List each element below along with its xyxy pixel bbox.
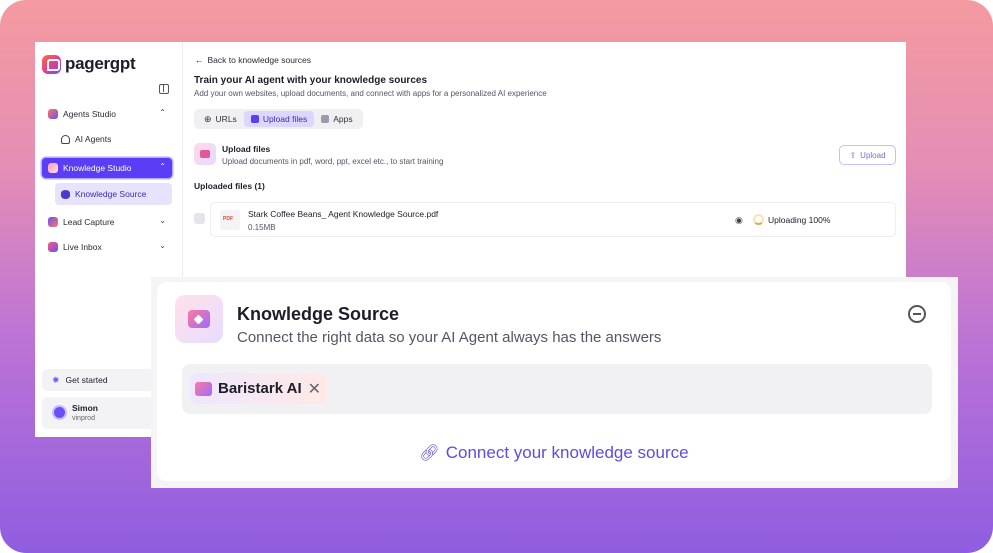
collapse-minus-icon[interactable] xyxy=(908,305,926,323)
connect-knowledge-source-link[interactable]: 🔗︎ Connect your knowledge source xyxy=(157,443,951,463)
sidebar-item-agents-studio[interactable]: Agents Studio ⌃ xyxy=(42,104,172,124)
tab-label: Apps xyxy=(333,114,353,124)
selected-sources-field[interactable]: Baristark AI ✕ xyxy=(182,364,932,414)
upload-folder-icon xyxy=(194,143,216,165)
user-org: vinprod xyxy=(72,415,95,422)
globe-icon: ⊕ xyxy=(204,113,212,124)
source-chip-label: Baristark AI xyxy=(218,380,302,397)
brand-logo[interactable]: pagergpt xyxy=(42,54,136,74)
database-icon xyxy=(61,189,70,199)
pdf-file-icon xyxy=(220,210,240,230)
sidebar-item-knowledge-studio[interactable]: Knowledge Studio ⌃ xyxy=(42,158,172,178)
folder-icon xyxy=(195,381,212,396)
tab-urls[interactable]: ⊕ URLs xyxy=(197,111,244,127)
upload-icon: ⇪ xyxy=(849,150,857,160)
tab-label: URLs xyxy=(215,114,237,124)
tab-apps[interactable]: Apps xyxy=(314,111,359,127)
eye-icon[interactable]: ◉ xyxy=(735,215,743,226)
folder-upload-icon xyxy=(250,115,259,123)
upload-description: Upload documents in pdf, word, ppt, exce… xyxy=(222,157,444,166)
sidebar-item-knowledge-source[interactable]: Knowledge Source xyxy=(55,183,172,205)
loading-spinner-icon xyxy=(753,214,764,225)
back-link-label: Back to knowledge sources xyxy=(207,55,311,65)
knowledge-source-title: Knowledge Source xyxy=(237,304,400,324)
page-subtitle: Add your own websites, upload documents,… xyxy=(194,89,547,98)
tab-upload-files[interactable]: Upload files xyxy=(243,111,315,127)
sidebar-item-label: Knowledge Studio xyxy=(63,163,132,173)
knowledge-source-panel: Knowledge Source Connect the right data … xyxy=(157,282,951,481)
get-started-label: Get started xyxy=(65,375,108,385)
pagergpt-logo-icon xyxy=(42,54,61,74)
avatar xyxy=(52,405,67,420)
link-icon: 🔗︎ xyxy=(419,445,440,462)
file-row: Stark Coffee Beans_ Agent Knowledge Sour… xyxy=(210,202,896,237)
knowledge-source-subtitle: Connect the right data so your AI Agent … xyxy=(237,329,662,346)
user-name: Simon xyxy=(72,403,98,413)
user-icon xyxy=(61,134,70,144)
sidebar-item-label: Agents Studio xyxy=(63,109,116,119)
chevron-up-icon: ⌃ xyxy=(159,162,166,171)
sparkle-icon: ✹ xyxy=(52,374,60,385)
sidebar-item-live-inbox[interactable]: Live Inbox ⌄ xyxy=(42,237,172,257)
uploaded-files-heading: Uploaded files (1) xyxy=(194,181,265,191)
sidebar-item-label: AI Agents xyxy=(75,134,112,144)
chevron-up-icon: ⌃ xyxy=(159,108,166,117)
sidebar-item-label: Lead Capture xyxy=(63,217,115,227)
page-title: Train your AI agent with your knowledge … xyxy=(194,75,428,86)
apps-icon xyxy=(321,115,330,123)
knowledge-source-card: Knowledge Source Connect the right data … xyxy=(151,277,958,488)
connect-link-label: Connect your knowledge source xyxy=(445,443,689,462)
upload-status: Uploading 100% xyxy=(768,215,831,225)
inbox-icon xyxy=(48,242,58,252)
knowledge-folder-icon xyxy=(175,295,223,343)
sidebar-item-label: Live Inbox xyxy=(63,242,102,252)
tab-label: Upload files xyxy=(262,114,308,124)
robot-icon xyxy=(48,109,58,119)
sidebar-collapse-icon[interactable] xyxy=(159,84,169,94)
arrow-left-icon: ← xyxy=(195,55,204,65)
upload-title: Upload files xyxy=(222,144,271,154)
file-name: Stark Coffee Beans_ Agent Knowledge Sour… xyxy=(248,209,439,219)
file-size: 0.15MB xyxy=(248,223,276,232)
contact-card-icon xyxy=(48,217,58,227)
close-icon[interactable]: ✕ xyxy=(308,379,321,399)
sidebar-item-ai-agents[interactable]: AI Agents xyxy=(55,128,172,150)
chevron-down-icon: ⌄ xyxy=(159,241,166,250)
brand-name: pagergpt xyxy=(65,54,136,73)
folder-icon xyxy=(48,163,58,173)
back-link[interactable]: ← Back to knowledge sources xyxy=(195,55,311,65)
file-checkbox[interactable] xyxy=(194,213,205,224)
upload-button-label: Upload xyxy=(860,150,886,160)
upload-button[interactable]: ⇪ Upload xyxy=(839,145,896,165)
chevron-down-icon: ⌄ xyxy=(159,216,166,225)
source-chip: Baristark AI ✕ xyxy=(190,373,328,404)
source-tabs: ⊕ URLs Upload files Apps xyxy=(194,109,363,129)
sidebar-item-label: Knowledge Source xyxy=(75,189,147,199)
sidebar-item-lead-capture[interactable]: Lead Capture ⌄ xyxy=(42,212,172,232)
